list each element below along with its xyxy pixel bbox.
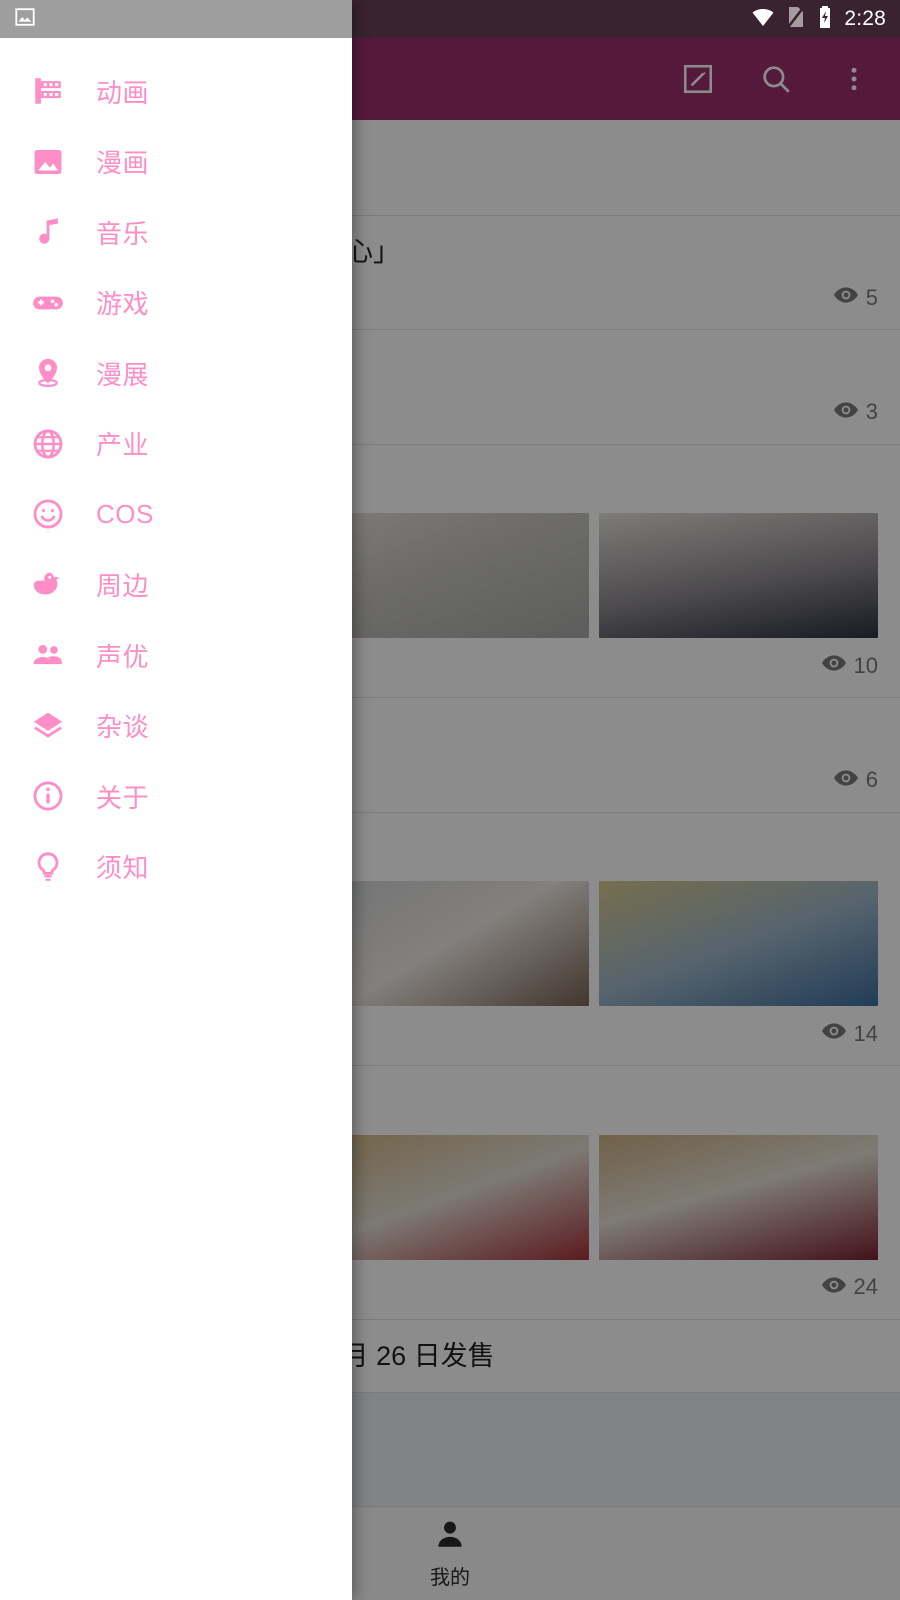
drawer-item-industry[interactable]: 产业 (0, 409, 352, 480)
drawer-item-voice-actors[interactable]: 声优 (0, 620, 352, 691)
status-bar-system-icons: 2:28 (751, 5, 886, 34)
location-pin-icon (27, 356, 69, 390)
people-icon (27, 638, 69, 672)
info-circle-icon (27, 779, 69, 813)
drawer-item-manga[interactable]: 漫画 (0, 127, 352, 198)
drawer-item-about[interactable]: 关于 (0, 761, 352, 832)
drawer-item-label: 漫画 (96, 143, 149, 180)
status-bar-clock: 2:28 (844, 7, 886, 31)
drawer-item-label: 声优 (96, 637, 149, 674)
drawer-item-notice[interactable]: 须知 (0, 832, 352, 903)
drawer-item-label: 杂谈 (96, 707, 149, 744)
drawer-item-cos[interactable]: COS (0, 479, 352, 550)
smiley-face-icon (27, 497, 69, 531)
lightbulb-icon (27, 850, 69, 884)
navigation-drawer: 动画 漫画 音乐 (0, 0, 352, 1600)
drawer-item-label: 须知 (96, 848, 149, 885)
drawer-item-label: 周边 (96, 566, 149, 603)
drawer-item-label: 产业 (96, 425, 149, 462)
music-note-icon (27, 215, 69, 249)
globe-icon (27, 427, 69, 461)
drawer-item-music[interactable]: 音乐 (0, 197, 352, 268)
drawer-scrim[interactable] (352, 38, 900, 1600)
drawer-item-label: 动画 (96, 73, 149, 110)
battery-charging-icon (817, 5, 833, 34)
drawer-item-label: 漫展 (96, 355, 149, 392)
drawer-item-anime[interactable]: 动画 (0, 56, 352, 127)
image-icon (27, 145, 69, 179)
drawer-menu-list: 动画 漫画 音乐 (0, 38, 352, 902)
image-notification-icon (14, 6, 36, 33)
drawer-item-games[interactable]: 游戏 (0, 268, 352, 339)
drawer-item-label: 音乐 (96, 214, 149, 251)
layers-icon (27, 709, 69, 743)
drawer-item-label: 游戏 (96, 284, 149, 321)
gamepad-icon (27, 286, 69, 320)
drawer-item-merchandise[interactable]: 周边 (0, 550, 352, 621)
drawer-item-expo[interactable]: 漫展 (0, 338, 352, 409)
drawer-item-chat[interactable]: 杂谈 (0, 691, 352, 762)
drawer-item-label: COS (96, 499, 154, 530)
duck-icon (27, 568, 69, 602)
wifi-icon (751, 5, 775, 34)
drawer-item-label: 关于 (96, 778, 149, 815)
drawer-status-bar-area (0, 0, 352, 38)
film-icon (27, 74, 69, 108)
sim-card-missing-icon (786, 5, 806, 34)
